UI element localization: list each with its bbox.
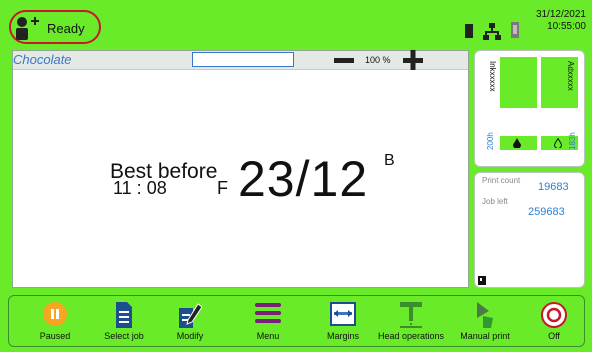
off-label: Off — [548, 331, 560, 341]
off-button[interactable]: Off — [532, 297, 576, 345]
network-icon — [483, 23, 501, 40]
operator-status-icon — [16, 17, 39, 40]
job-field[interactable] — [192, 52, 294, 67]
pause-icon — [43, 302, 67, 326]
ink-drop-icon — [513, 138, 521, 148]
datetime-display: 31/12/2021 10:55:00 — [532, 9, 586, 33]
head-operations-label: Head operations — [377, 331, 445, 341]
paused-label: Paused — [39, 331, 71, 341]
zoom-in-icon[interactable] — [403, 50, 423, 70]
message-letter-f: F — [217, 178, 228, 198]
margins-icon — [330, 302, 356, 326]
message-line-time: 11 : 08 — [113, 178, 167, 198]
zoom-out-icon[interactable] — [334, 52, 354, 68]
additive-drop-icon — [554, 138, 562, 148]
hamburger-menu-icon — [255, 303, 281, 323]
menu-label: Menu — [256, 331, 280, 341]
time-text: 10:55:00 — [547, 21, 586, 32]
select-job-button[interactable]: Select job — [96, 297, 152, 345]
cartridge-icon — [511, 22, 519, 38]
print-head-icon — [400, 302, 422, 328]
app-screen: Ready 31/12/2021 10:55:00 Chocolate 100 … — [0, 0, 592, 352]
select-job-label: Select job — [104, 331, 144, 341]
additive-label: Adxxxxx — [566, 61, 575, 91]
ink-hours: 200h — [486, 132, 495, 150]
modify-button[interactable]: Modify — [165, 297, 215, 345]
message-date-big: 23/12 — [238, 151, 369, 207]
edit-document-icon — [179, 303, 202, 328]
status-text: Ready — [47, 21, 85, 36]
margins-button[interactable]: Margins — [318, 297, 368, 345]
zoom-level: 100 % — [365, 55, 391, 65]
date-text: 31/12/2021 — [535, 9, 586, 20]
margins-label: Margins — [326, 331, 359, 341]
manual-print-icon — [477, 302, 493, 328]
document-select-icon — [116, 302, 132, 328]
menu-button[interactable]: Menu — [243, 297, 293, 345]
job-left-value: 259683 — [528, 206, 565, 218]
manual-print-button[interactable]: Manual print — [452, 297, 518, 345]
manual-print-label: Manual print — [460, 331, 510, 341]
counter-reset-icon[interactable] — [478, 276, 486, 285]
ink-label: Inkxxxxx — [488, 61, 497, 92]
head-operations-button[interactable]: Head operations — [371, 297, 451, 345]
modify-label: Modify — [176, 331, 204, 341]
paused-button[interactable]: Paused — [31, 297, 79, 345]
message-letter-b: B — [384, 152, 395, 169]
job-name: Chocolate — [13, 52, 72, 67]
print-count-value: 19683 — [538, 181, 569, 193]
job-left-label: Job left — [482, 197, 508, 206]
print-count-label: Print count — [482, 176, 521, 185]
ink-level-icon — [465, 24, 473, 38]
additive-hours: 183h — [568, 132, 577, 150]
power-off-icon — [541, 302, 567, 328]
